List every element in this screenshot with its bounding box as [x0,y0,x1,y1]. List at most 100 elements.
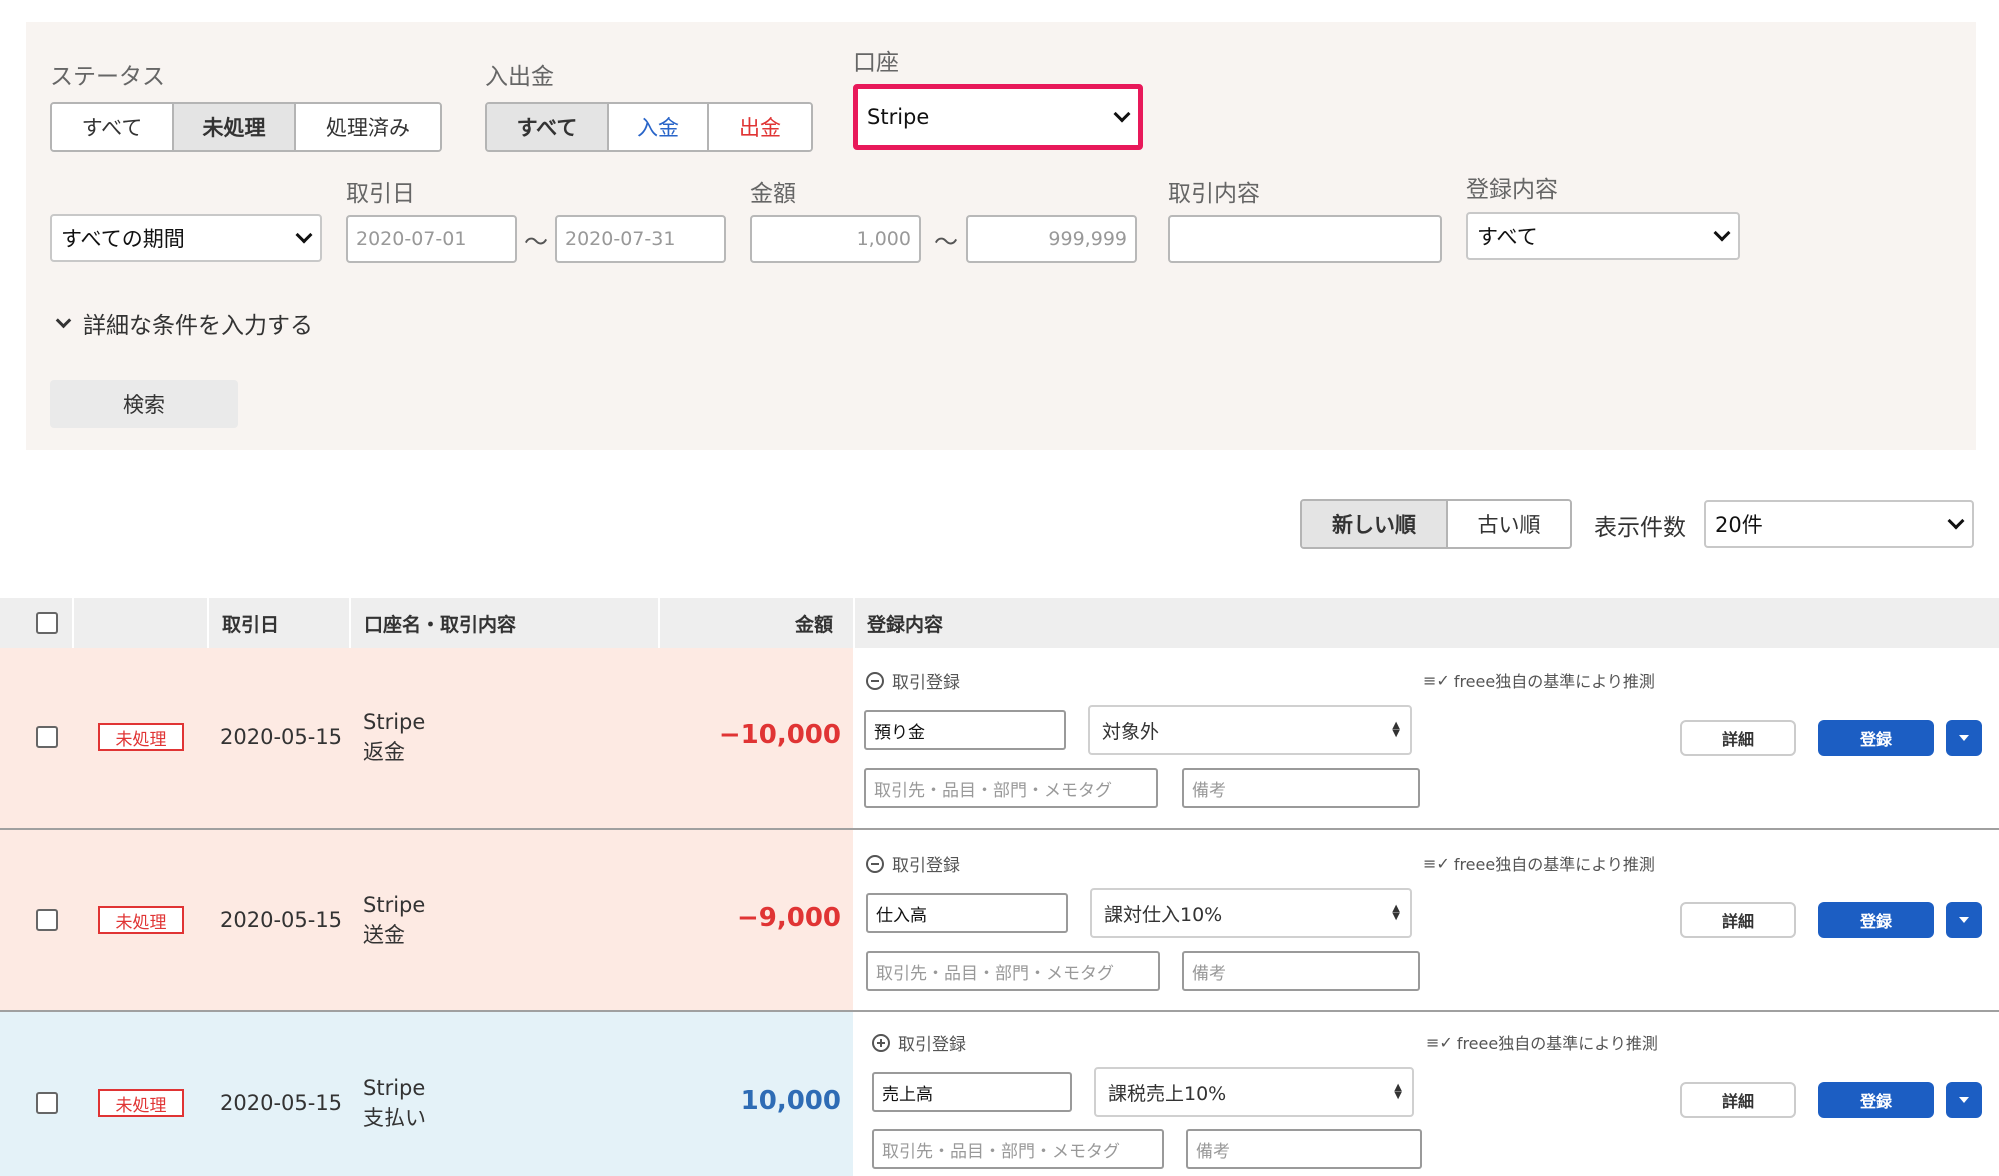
row-description: 送金 [363,923,405,948]
account-label: 口座 [853,50,899,76]
status-badge: 未処理 [98,1089,184,1117]
chevron-down-icon [295,226,313,244]
inout-label: 入出金 [485,64,554,90]
amount-label: 金額 [750,181,796,207]
register-options-caret-icon[interactable] [1946,720,1982,756]
guess-note: ≡✓ freee独自の基準により推測 [1423,851,1655,875]
column-divider [853,598,855,648]
period-select-value: すべての期間 [61,227,185,251]
date-label: 取引日 [346,181,415,207]
row-checkbox[interactable] [36,909,58,931]
row-account-description: Stripe 返金 [363,707,425,768]
inout-button-group: すべて 入金 出金 [485,102,813,152]
inout-all-button[interactable]: すべて [487,104,609,150]
guess-note-text: freee独自の基準により推測 [1456,1034,1658,1053]
row-checkbox[interactable] [36,726,58,748]
up-down-arrow-icon: ▲ ▼ [1394,1082,1402,1101]
register-expand-toggle[interactable]: 取引登録 [872,1030,966,1055]
list-check-icon: ≡✓ [1423,670,1450,690]
row-date: 2020-05-15 [220,1091,343,1115]
detail-button[interactable]: 詳細 [1680,1082,1796,1118]
register-options-caret-icon[interactable] [1946,1082,1982,1118]
row-amount: −9,000 [736,903,841,933]
description-label: 取引内容 [1168,181,1260,207]
tax-category-select[interactable]: 課税売上10% ▲ ▼ [1094,1067,1414,1117]
header-date[interactable]: 取引日 [222,598,279,648]
tax-category-select[interactable]: 対象外 ▲ ▼ [1088,705,1412,755]
note-input[interactable]: 備考 [1182,951,1420,991]
status-all-button[interactable]: すべて [52,104,174,150]
account-item-input[interactable]: 預り金 [864,710,1066,750]
registration-select[interactable]: すべて [1466,212,1740,260]
sort-button-group: 新しい順 古い順 [1300,499,1572,549]
minus-circle-icon [866,854,884,873]
tags-input[interactable]: 取引先・品目・部門・メモタグ [866,951,1160,991]
header-registration: 登録内容 [867,613,944,636]
sort-newest-button[interactable]: 新しい順 [1302,501,1448,547]
row-account-description: Stripe 支払い [363,1073,426,1134]
account-item-input[interactable]: 仕入高 [866,893,1068,933]
account-select-value: Stripe [867,105,930,129]
amount-min-input[interactable]: 1,000 [750,215,921,263]
register-collapse-toggle[interactable]: 取引登録 [866,668,960,693]
table-row: 未処理 2020-05-15 Stripe 送金 −9,000 取引登録 ≡✓ … [0,830,1999,1012]
row-description: 返金 [363,740,405,765]
column-divider [658,598,660,648]
register-collapse-toggle[interactable]: 取引登録 [866,851,960,876]
row-checkbox[interactable] [36,1092,58,1114]
page-size-select[interactable]: 20件 [1704,500,1974,548]
period-select[interactable]: すべての期間 [50,214,322,262]
inout-income-button[interactable]: 入金 [609,104,709,150]
detail-button[interactable]: 詳細 [1680,902,1796,938]
tags-input[interactable]: 取引先・品目・部門・メモタグ [872,1129,1164,1169]
row-account-name: Stripe [363,710,426,734]
register-toggle-label: 取引登録 [892,673,960,693]
register-button[interactable]: 登録 [1818,1082,1934,1118]
header-amount[interactable]: 金額 [795,598,833,648]
column-divider [207,598,209,648]
status-button-group: すべて 未処理 処理済み [50,102,442,152]
registration-label: 登録内容 [1466,177,1558,203]
account-item-input[interactable]: 売上高 [872,1072,1072,1112]
account-select[interactable]: Stripe [853,84,1143,150]
register-options-caret-icon[interactable] [1946,902,1982,938]
register-toggle-label: 取引登録 [898,1035,966,1055]
registration-select-value: すべて [1477,225,1538,249]
inout-expense-button[interactable]: 出金 [709,104,811,150]
tags-input[interactable]: 取引先・品目・部門・メモタグ [864,768,1158,808]
list-check-icon: ≡✓ [1426,1032,1453,1052]
register-button[interactable]: 登録 [1818,902,1934,938]
search-button[interactable]: 検索 [50,380,238,428]
date-to-input[interactable]: 2020-07-31 [555,215,726,263]
tax-category-value: 対象外 [1102,720,1160,743]
select-all-checkbox[interactable] [36,612,58,634]
note-input[interactable]: 備考 [1186,1129,1422,1169]
row-account-name: Stripe [363,893,426,917]
detail-button[interactable]: 詳細 [1680,720,1796,756]
status-badge: 未処理 [98,723,184,751]
date-from-input[interactable]: 2020-07-01 [346,215,517,263]
sort-oldest-button[interactable]: 古い順 [1448,501,1570,547]
status-label: ステータス [50,64,165,90]
tax-category-select[interactable]: 課対仕入10% ▲ ▼ [1090,888,1412,938]
plus-circle-icon [872,1033,890,1052]
chevron-down-icon [1713,224,1731,242]
table-row: 未処理 2020-05-15 Stripe 支払い 10,000 取引登録 ≡✓… [0,1012,1999,1176]
date-separator: 〜 [524,228,548,256]
advanced-conditions-toggle[interactable]: 詳細な条件を入力する [55,306,313,340]
status-unprocessed-button[interactable]: 未処理 [174,104,296,150]
amount-max-input[interactable]: 999,999 [966,215,1137,263]
list-check-icon: ≡✓ [1423,853,1450,873]
header-account-description[interactable]: 口座名・取引内容 [364,598,516,648]
status-badge: 未処理 [98,906,184,934]
page-size-value: 20件 [1715,513,1763,537]
note-input[interactable]: 備考 [1182,768,1420,808]
register-button[interactable]: 登録 [1818,720,1934,756]
chevron-down-icon [55,312,72,328]
description-input[interactable] [1168,215,1442,263]
guess-note-text: freee独自の基準により推測 [1453,672,1655,691]
status-processed-button[interactable]: 処理済み [296,104,440,150]
row-date: 2020-05-15 [220,908,343,932]
page-size-label: 表示件数 [1594,515,1686,541]
advanced-conditions-label: 詳細な条件を入力する [83,313,313,339]
